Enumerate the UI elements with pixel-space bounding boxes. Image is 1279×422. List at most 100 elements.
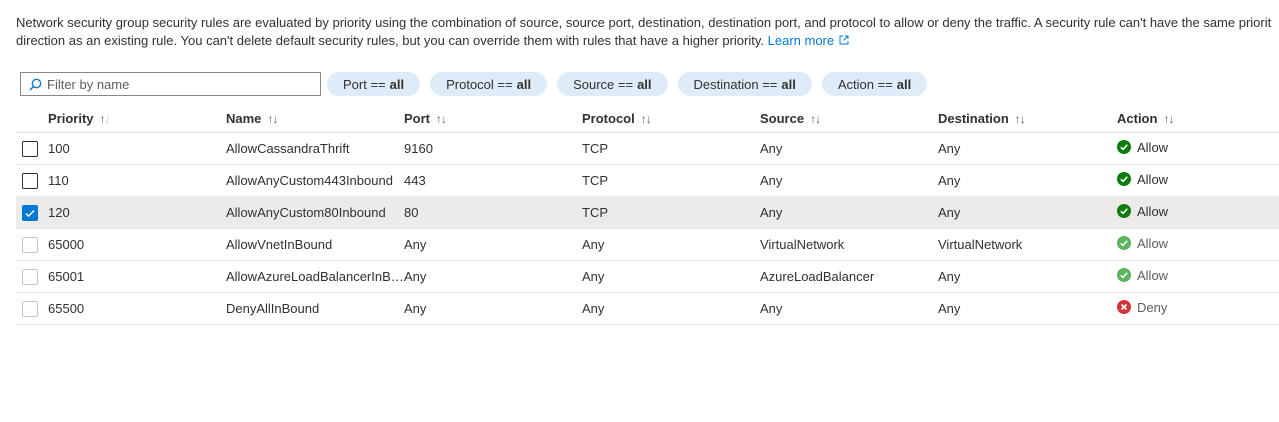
priority-cell: 110	[48, 164, 226, 197]
action-label: Allow	[1137, 235, 1169, 251]
source-filter-pill[interactable]: Source == all	[557, 72, 668, 96]
protocol-cell: TCP	[582, 132, 760, 165]
row-select-cell	[16, 292, 48, 325]
column-header-priority[interactable]: Priority ↑↓	[48, 104, 226, 133]
port-filter-label: Port ==	[343, 76, 386, 92]
source-cell: Any	[760, 164, 938, 197]
action-label: Deny	[1137, 299, 1168, 315]
check-circle-icon	[1117, 204, 1131, 219]
priority-cell: 65001	[48, 260, 226, 293]
sort-arrows-icon: ↑↓	[1163, 111, 1174, 126]
sort-arrows-icon: ↑↓	[1014, 111, 1026, 126]
column-label: Source	[760, 110, 805, 126]
protocol-cell: Any	[582, 228, 760, 261]
source-cell: AzureLoadBalancer	[760, 260, 938, 293]
row-checkbox	[22, 300, 38, 317]
action-cell: Deny	[1117, 292, 1279, 325]
destination-cell: Any	[938, 132, 1117, 165]
row-select-cell	[16, 164, 48, 197]
row-checkbox[interactable]	[22, 140, 38, 157]
port-cell: 80	[404, 196, 582, 229]
priority-cell: 120	[48, 196, 226, 229]
destination-cell: Any	[938, 164, 1117, 197]
protocol-cell: Any	[582, 260, 760, 293]
check-circle-icon	[1117, 172, 1131, 187]
destination-filter-value: all	[781, 76, 796, 92]
column-label: Action	[1117, 110, 1158, 126]
check-circle-icon	[1117, 268, 1131, 283]
table-row[interactable]: 65001 AllowAzureLoadBalancerInB… Any Any Azu…	[16, 260, 1279, 293]
port-filter-pill[interactable]: Port == all	[327, 72, 421, 96]
action-cell: Allow	[1117, 196, 1279, 229]
table-row[interactable]: 120 AllowAnyCustom80Inbound 80 TCP Any Any All…	[16, 196, 1279, 229]
table-row[interactable]: 100 AllowCassandraThrift 9160 TCP Any Any Allo…	[16, 132, 1279, 165]
row-checkbox	[22, 236, 38, 253]
protocol-cell: Any	[582, 292, 760, 325]
row-checkbox[interactable]	[22, 204, 38, 221]
table-row[interactable]: 110 AllowAnyCustom443Inbound 443 TCP Any Any A…	[16, 164, 1279, 197]
priority-cell: 65000	[48, 228, 226, 261]
source-cell: VirtualNetwork	[760, 228, 938, 261]
column-header-port[interactable]: Port ↑↓	[404, 104, 582, 133]
column-header-source[interactable]: Source ↑↓	[760, 104, 938, 133]
port-cell: Any	[404, 292, 582, 325]
source-filter-value: all	[637, 76, 652, 92]
destination-cell: Any	[938, 196, 1117, 229]
port-cell: 443	[404, 164, 582, 197]
protocol-cell: TCP	[582, 196, 760, 229]
column-header-name[interactable]: Name ↑↓	[226, 104, 404, 133]
source-cell: Any	[760, 292, 938, 325]
description-line-1: Network security group security rules ar…	[16, 15, 1272, 30]
column-header-action[interactable]: Action ↑↓	[1117, 104, 1279, 133]
protocol-filter-pill[interactable]: Protocol == all	[430, 72, 548, 96]
row-checkbox[interactable]	[22, 172, 38, 189]
action-filter-value: all	[896, 76, 912, 92]
source-cell: Any	[760, 132, 938, 165]
action-status: Allow	[1117, 140, 1168, 155]
security-rules-table: Priority ↑↓ Name ↑↓ Port ↑↓ Protocol ↑↓ Sour…	[16, 104, 1279, 325]
column-header-destination[interactable]: Destination ↑↓	[938, 104, 1117, 133]
rule-name-cell[interactable]: AllowAnyCustom443Inbound	[226, 164, 404, 197]
filter-search-box[interactable]	[20, 72, 321, 96]
action-filter-label: Action ==	[837, 76, 893, 92]
learn-more-link[interactable]: Learn more	[768, 33, 834, 48]
column-label: Protocol	[582, 110, 635, 126]
description-line-2: direction as an existing rule. You can't…	[16, 32, 1279, 51]
rule-name-cell[interactable]: AllowAnyCustom80Inbound	[226, 196, 404, 229]
description-line-2-text: direction as an existing rule. You can't…	[16, 33, 764, 48]
table-row[interactable]: 65500 DenyAllInBound Any Any Any Any Deny	[16, 292, 1279, 325]
action-cell: Allow	[1117, 228, 1279, 261]
destination-cell: Any	[938, 292, 1117, 325]
column-label: Priority	[48, 110, 94, 126]
check-circle-icon	[1117, 236, 1131, 251]
rule-name-cell: AllowVnetInBound	[226, 228, 404, 261]
action-cell: Allow	[1117, 132, 1279, 165]
row-select-cell	[16, 228, 48, 261]
priority-cell: 65500	[48, 292, 226, 325]
table-row[interactable]: 65000 AllowVnetInBound Any Any VirtualNetwor…	[16, 228, 1279, 261]
source-cell: Any	[760, 196, 938, 229]
destination-filter-pill[interactable]: Destination == all	[677, 72, 812, 96]
action-filter-pill[interactable]: Action == all	[821, 72, 928, 96]
external-link-icon	[836, 35, 849, 48]
action-cell: Allow	[1117, 164, 1279, 197]
rule-name-cell: DenyAllInBound	[226, 292, 404, 325]
column-label: Name	[226, 110, 262, 126]
protocol-filter-value: all	[516, 76, 532, 92]
search-icon	[27, 76, 43, 92]
action-status: Allow	[1117, 236, 1168, 251]
action-status: Allow	[1117, 268, 1168, 283]
filter-by-name-input[interactable]	[47, 76, 307, 92]
destination-cell: Any	[938, 260, 1117, 293]
action-label: Allow	[1137, 267, 1169, 283]
select-column-header	[16, 104, 48, 133]
rule-name-cell[interactable]: AllowCassandraThrift	[226, 132, 404, 165]
source-filter-label: Source ==	[573, 76, 634, 92]
column-label: Port	[404, 110, 430, 126]
column-header-protocol[interactable]: Protocol ↑↓	[582, 104, 760, 133]
action-status: Deny	[1117, 300, 1167, 315]
error-circle-icon	[1117, 300, 1131, 315]
rule-name-cell: AllowAzureLoadBalancerInB…	[226, 260, 404, 293]
table-header-row: Priority ↑↓ Name ↑↓ Port ↑↓ Protocol ↑↓ Sour…	[16, 104, 1279, 133]
priority-cell: 100	[48, 132, 226, 165]
